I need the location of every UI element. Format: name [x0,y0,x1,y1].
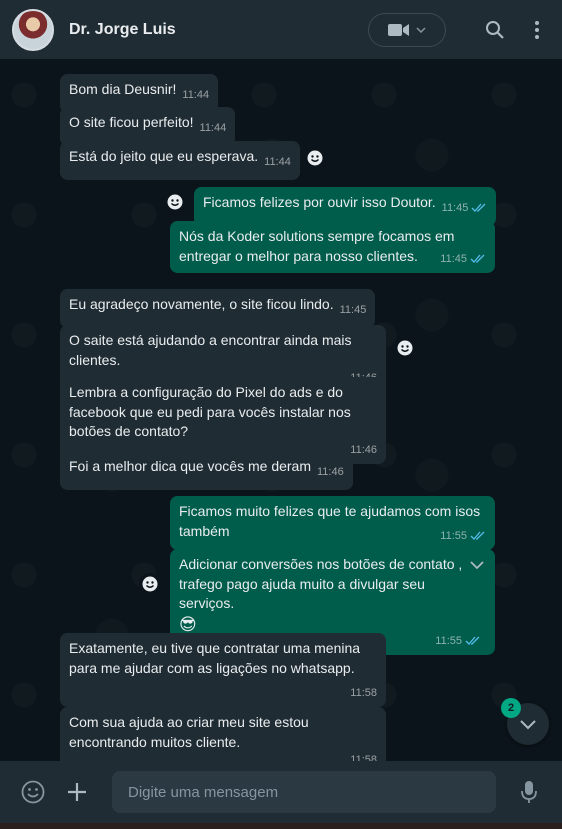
message-input[interactable]: Digite uma mensagem [112,771,496,813]
message-outgoing[interactable]: Ficamos muito felizes que te ajudamos co… [170,496,495,550]
message-incoming[interactable]: Exatamente, eu tive que contratar uma me… [60,633,386,707]
search-icon [486,20,504,39]
message-list[interactable]: Bom dia Deusnir! 11:44 O site ficou perfe… [0,59,562,761]
menu-button[interactable] [524,17,550,43]
avatar[interactable] [12,8,54,51]
message-incoming[interactable]: Foi a melhor dica que vocês me deram 11:4… [60,451,353,490]
smile-icon [167,194,183,210]
composer-bar: Digite uma mensagem [0,761,562,823]
plus-icon [68,783,86,801]
menu-icon [535,20,539,39]
read-ticks-icon [470,531,485,540]
bottom-edge [0,823,562,829]
video-call-icon [388,23,410,37]
video-call-button[interactable] [368,12,446,47]
emoji-icon [21,780,45,804]
contact-name[interactable]: Dr. Jorge Luis [69,21,368,39]
reaction-button[interactable] [304,147,326,169]
message-incoming[interactable]: O site ficou perfeito! 11:44 [60,107,236,146]
reaction-button[interactable] [164,191,186,213]
message-incoming[interactable]: Eu agradeço novamente, o site ficou lind… [60,289,376,328]
reaction-button[interactable] [394,337,416,359]
chevron-down-icon[interactable] [469,560,485,570]
microphone-icon [521,781,537,803]
smile-icon [142,576,158,592]
smile-icon [397,340,413,356]
chat-header: Dr. Jorge Luis [0,0,562,59]
attach-button[interactable] [58,773,96,811]
microphone-button[interactable] [510,773,548,811]
emoji-button[interactable] [14,773,52,811]
read-ticks-icon [471,203,486,212]
read-ticks-icon [465,636,480,645]
read-ticks-icon [470,254,485,263]
message-outgoing[interactable]: Nós da Koder solutions sempre focamos em… [170,221,495,273]
message-incoming[interactable]: Com sua ajuda ao criar meu site estou en… [60,707,386,761]
search-button[interactable] [482,17,508,43]
message-outgoing[interactable]: Ficamos felizes por ouvir isso Doutor. 11… [194,187,497,226]
smile-icon [307,150,323,166]
unread-count-badge: 2 [501,698,521,718]
reaction-button[interactable] [139,573,161,595]
message-incoming[interactable]: Está do jeito que eu esperava. 11:44 [60,141,300,180]
chevron-down-icon [520,719,536,729]
chevron-down-icon [416,26,426,33]
